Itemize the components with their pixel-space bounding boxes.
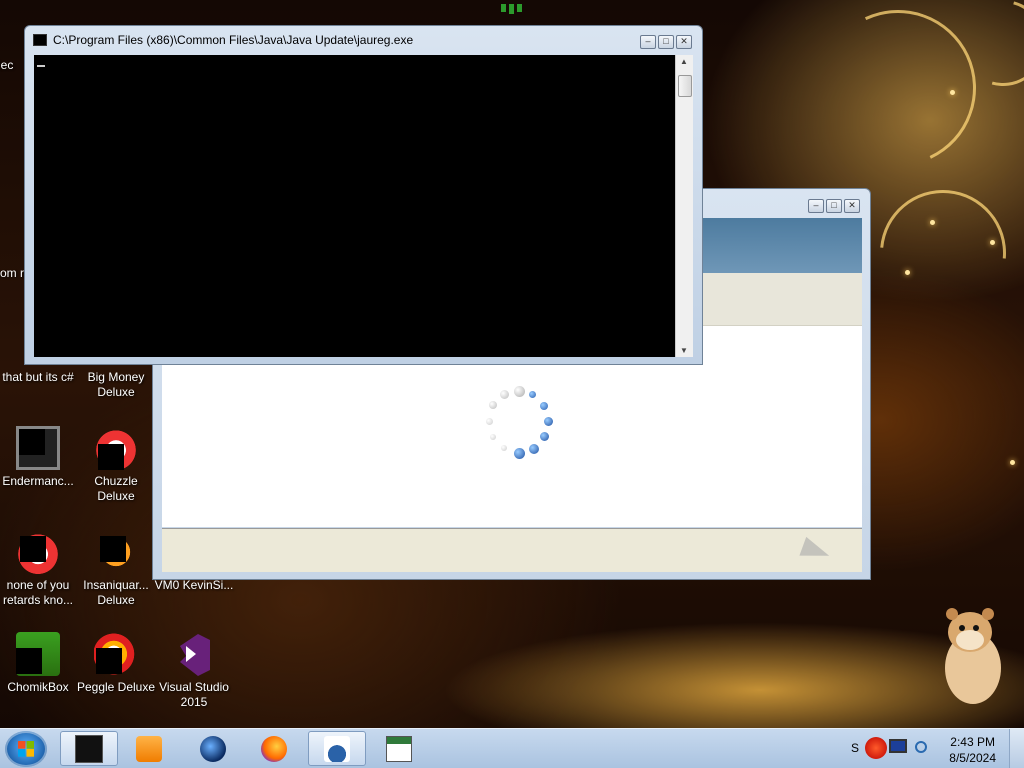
desktop-icon-chomikbox[interactable]: ChomikBox [0, 632, 78, 695]
desktop-icon-peggle[interactable]: Peggle Deluxe [76, 632, 156, 695]
display-icon[interactable] [889, 739, 907, 753]
desktop-icon-that-but-its-csharp[interactable]: that but its c# [0, 370, 78, 385]
app-icon [16, 426, 60, 470]
desktop-icon-label: that but its c# [2, 370, 74, 384]
desktop-icon-endermanc[interactable]: Endermanc... [0, 426, 78, 489]
scroll-down-arrow-icon[interactable]: ▼ [680, 346, 688, 355]
clock-date: 8/5/2024 [949, 751, 996, 765]
desktop-icon-label: Rec [0, 58, 14, 72]
visual-studio-icon [172, 632, 216, 676]
chuzzle-icon [94, 426, 138, 470]
desktop-icon-label: Peggle Deluxe [76, 680, 156, 694]
wallpaper-spark [990, 240, 995, 245]
scrollbar-thumb[interactable] [678, 75, 692, 97]
firefox-icon [261, 735, 287, 762]
desktop-icon-label: ChomikBox [7, 680, 69, 694]
taskbar: S 2:43 PM 8/5/2024 [0, 728, 1024, 768]
green-widget-icon [497, 0, 527, 16]
desktop-icon-vm0[interactable]: VM0 KevinSi... [154, 578, 234, 593]
taskbar-item-media-player[interactable] [120, 731, 178, 766]
start-button[interactable] [5, 731, 47, 767]
network-icon[interactable] [915, 741, 927, 753]
close-button[interactable]: ✕ [844, 199, 860, 213]
media-player-icon [136, 735, 162, 762]
taskbar-item-firefox[interactable] [245, 731, 303, 766]
insaniquarium-icon [94, 530, 138, 574]
taskbar-item-app-window[interactable] [370, 731, 428, 766]
desktop-icon-label: Insaniquar... Deluxe [83, 578, 149, 607]
scroll-up-arrow-icon[interactable]: ▲ [680, 57, 688, 66]
wallpaper-spark [1010, 460, 1015, 465]
app-icon [16, 530, 60, 574]
peggle-icon [94, 632, 138, 676]
window-controls: – □ ✕ [806, 199, 860, 213]
desktop-icon-label: Chuzzle Deluxe [94, 474, 138, 503]
maximize-button[interactable]: □ [826, 199, 842, 213]
clock[interactable]: 2:43 PM 8/5/2024 [949, 734, 996, 766]
console-output[interactable] [34, 55, 676, 357]
tray-text: S [851, 741, 860, 755]
send-icon [799, 536, 833, 566]
windows-logo-icon [18, 741, 34, 757]
vertical-scrollbar[interactable]: ▲ ▼ [675, 55, 693, 357]
window-title: C:\Program Files (x86)\Common Files\Java… [53, 33, 414, 47]
desktop-icon-chuzzle[interactable]: Chuzzle Deluxe [76, 426, 156, 504]
desktop-icon-label: VM0 KevinSi... [154, 578, 234, 592]
globe-icon [200, 735, 226, 762]
desktop-icon-label: none of you retards kno... [2, 578, 74, 607]
taskbar-item-globe[interactable] [184, 731, 242, 766]
wallpaper-spark [905, 270, 910, 275]
close-button[interactable]: ✕ [676, 35, 692, 49]
minimize-button[interactable]: – [808, 199, 824, 213]
desktop-icon-label: Visual Studio 2015 [159, 680, 229, 709]
window-controls: – □ ✕ [638, 35, 692, 49]
updater-footer [162, 528, 862, 572]
wallpaper-spark [930, 220, 935, 225]
maximize-button[interactable]: □ [658, 35, 674, 49]
app-window-icon [386, 735, 412, 762]
cmd-icon [75, 734, 103, 763]
tray-app-icon[interactable] [865, 737, 887, 759]
console-app-icon [33, 34, 47, 46]
loading-spinner-icon [482, 386, 558, 462]
wallpaper-swirl [854, 164, 1024, 342]
console-window[interactable]: C:\Program Files (x86)\Common Files\Java… [24, 25, 703, 365]
desktop-icon-big-money[interactable]: Big Money Deluxe [76, 370, 156, 400]
desktop-icon-insaniquarium[interactable]: Insaniquar... Deluxe [76, 530, 156, 608]
desktop: { "desktop_icons": [ {"label": "Rec", "i… [0, 0, 1024, 768]
desktop-icon-visual-studio[interactable]: Visual Studio 2015 [154, 632, 234, 710]
chomikbox-icon [16, 632, 60, 676]
title-bar[interactable]: C:\Program Files (x86)\Common Files\Java… [25, 26, 702, 54]
desktop-icon-label: Endermanc... [2, 474, 74, 488]
clock-time: 2:43 PM [950, 735, 995, 749]
wallpaper-spark [950, 90, 955, 95]
desktop-icon-label: Big Money Deluxe [87, 370, 145, 399]
taskbar-item-java[interactable] [308, 731, 366, 766]
java-icon [324, 735, 350, 762]
text-cursor [37, 65, 45, 67]
show-desktop-button[interactable] [1009, 729, 1024, 768]
system-tray: S [845, 729, 933, 768]
minimize-button[interactable]: – [640, 35, 656, 49]
taskbar-item-cmd[interactable] [60, 731, 118, 766]
desktop-icon-none-of-you[interactable]: none of you retards kno... [0, 530, 78, 608]
hamster-mascot-icon[interactable] [940, 606, 1006, 706]
